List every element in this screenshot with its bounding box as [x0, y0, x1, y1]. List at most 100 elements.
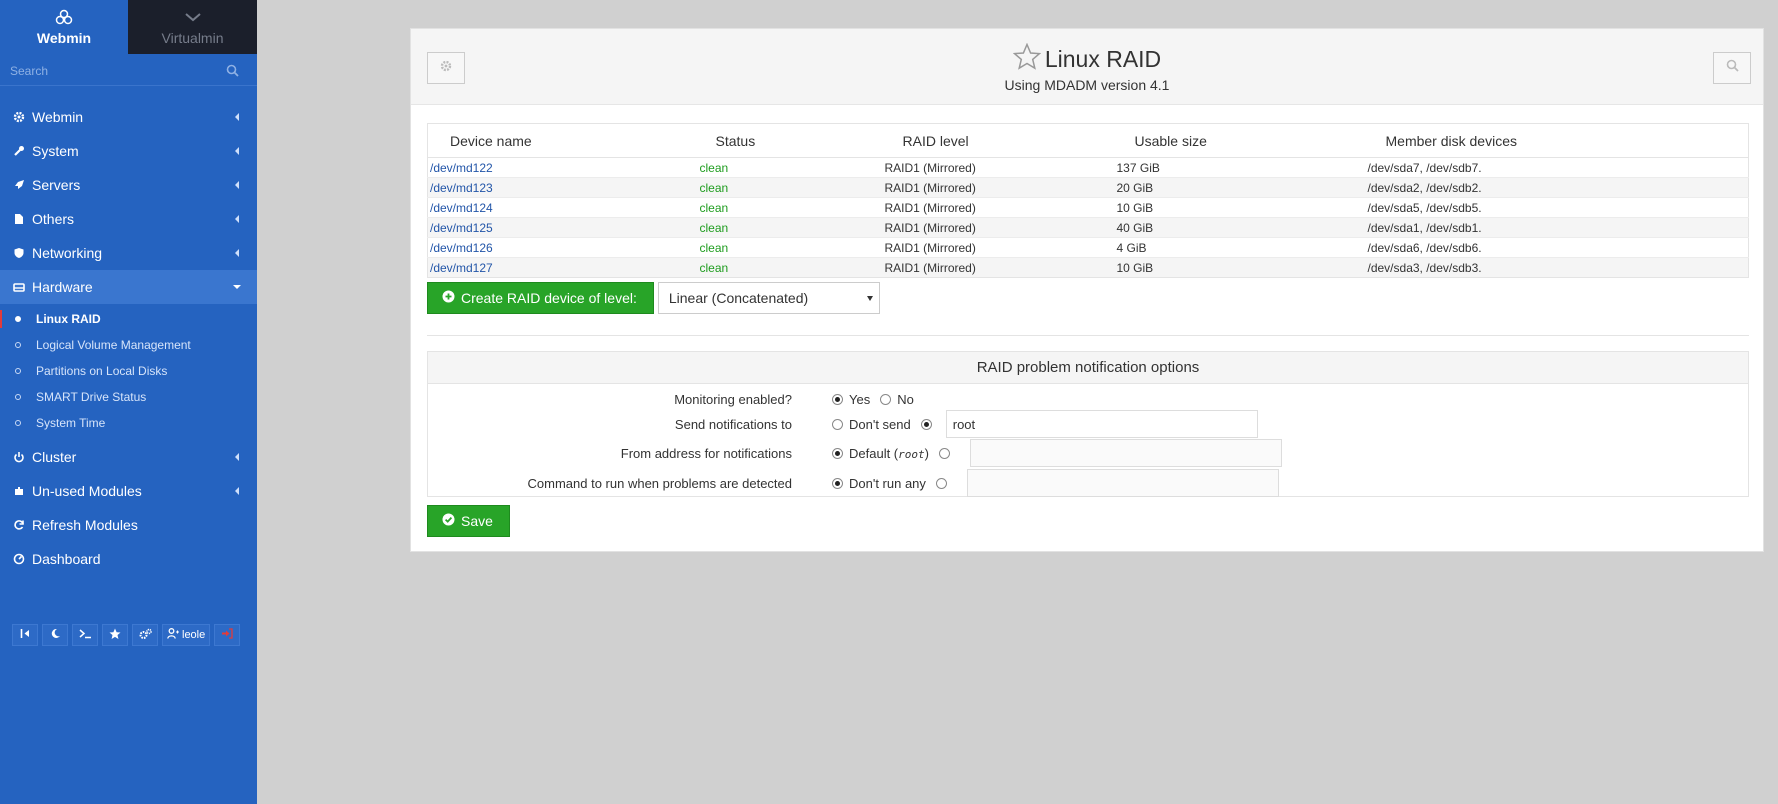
members-cell: /dev/sda6, /dev/sdb6. — [1365, 237, 1749, 258]
user-icon — [167, 628, 179, 642]
sidebar-item-partitions[interactable]: Partitions on Local Disks — [0, 358, 257, 384]
table-row: /dev/md123 clean RAID1 (Mirrored) 20 GiB… — [427, 177, 1749, 198]
sidebar-item-system-time[interactable]: System Time — [0, 410, 257, 436]
sidebar-item-refresh-modules[interactable]: Refresh Modules — [0, 508, 257, 542]
send-to-radio[interactable] — [920, 418, 932, 430]
user-button[interactable]: leole — [162, 624, 211, 646]
command-input[interactable] — [966, 469, 1279, 497]
save-button[interactable]: Save — [427, 505, 510, 537]
raid-level-cell: RAID1 (Mirrored) — [882, 157, 1115, 178]
favorites-button[interactable] — [102, 624, 128, 646]
tab-webmin[interactable]: Webmin — [0, 0, 128, 54]
sidebar-item-dashboard[interactable]: Dashboard — [0, 542, 257, 576]
device-link[interactable]: /dev/md124 — [430, 201, 493, 215]
raid-devices-table: Device name Status RAID level Usable siz… — [427, 123, 1749, 278]
table-row: /dev/md125 clean RAID1 (Mirrored) 40 GiB… — [427, 217, 1749, 238]
raid-level-selected: Linear (Concatenated) — [668, 290, 809, 306]
search-button[interactable] — [1713, 52, 1751, 84]
create-raid-button[interactable]: Create RAID device of level: — [427, 282, 654, 314]
night-mode-button[interactable] — [42, 624, 68, 646]
sidebar-subitem-label: Partitions on Local Disks — [36, 364, 168, 378]
plus-circle-icon — [442, 290, 455, 306]
sidebar: Webmin Virtualmin Webmin System Servers — [0, 0, 257, 804]
monitoring-no-radio[interactable] — [880, 393, 892, 405]
caret-left-icon — [235, 453, 239, 461]
device-link[interactable]: /dev/md127 — [430, 261, 493, 275]
device-link[interactable]: /dev/md122 — [430, 161, 493, 175]
sidebar-item-others[interactable]: Others — [0, 202, 257, 236]
sidebar-item-label: Others — [32, 211, 75, 227]
terminal-icon — [79, 628, 92, 642]
sidebar-item-lvm[interactable]: Logical Volume Management — [0, 332, 257, 358]
sidebar-item-hardware[interactable]: Hardware — [0, 270, 257, 304]
sidebar-item-label: Servers — [32, 177, 81, 193]
sidebar-item-servers[interactable]: Servers — [0, 168, 257, 202]
favorite-star-icon[interactable] — [1012, 42, 1042, 75]
from-address-input[interactable] — [969, 439, 1282, 467]
send-to-input[interactable] — [945, 410, 1258, 438]
sidebar-search — [0, 56, 257, 86]
gear-icon — [12, 110, 26, 124]
page-subtitle: Using MDADM version 4.1 — [1004, 77, 1170, 93]
sidebar-item-label: Networking — [32, 245, 103, 261]
from-custom-radio[interactable] — [938, 447, 950, 459]
monitoring-row: Monitoring enabled? Yes No — [428, 386, 1748, 412]
search-icon — [1726, 59, 1739, 77]
sidebar-item-label: System — [32, 143, 79, 159]
file-icon — [12, 212, 26, 226]
search-input[interactable] — [0, 56, 257, 86]
from-default-radio[interactable] — [832, 447, 843, 459]
settings-button[interactable] — [132, 624, 158, 646]
size-cell: 40 GiB — [1114, 217, 1366, 238]
collapse-sidebar-button[interactable] — [12, 624, 38, 646]
device-link[interactable]: /dev/md126 — [430, 241, 493, 255]
sidebar-item-label: Dashboard — [32, 551, 101, 567]
create-raid-row: Create RAID device of level: Linear (Con… — [427, 282, 880, 314]
size-cell: 20 GiB — [1114, 177, 1366, 198]
sidebar-item-system[interactable]: System — [0, 134, 257, 168]
raid-level-cell: RAID1 (Mirrored) — [882, 217, 1115, 238]
refresh-icon — [12, 518, 26, 532]
bullet-icon — [15, 316, 21, 322]
members-cell: /dev/sda1, /dev/sdb1. — [1365, 217, 1749, 238]
page-title: Linux RAID — [1044, 45, 1162, 72]
from-label: From address for notifications — [620, 446, 792, 461]
terminal-button[interactable] — [72, 624, 98, 646]
tab-virtualmin[interactable]: Virtualmin — [128, 0, 257, 54]
sidebar-bottom-toolbar: leole — [12, 624, 241, 646]
members-cell: /dev/sda3, /dev/sdb3. — [1365, 257, 1749, 278]
monitoring-yes-radio[interactable] — [832, 393, 843, 405]
column-header: RAID level — [882, 123, 1115, 158]
sidebar-item-unused-modules[interactable]: Un-used Modules — [0, 474, 257, 508]
gears-icon — [139, 628, 152, 643]
bullet-icon — [15, 342, 21, 348]
sidebar-item-webmin[interactable]: Webmin — [0, 100, 257, 134]
moon-icon — [50, 628, 61, 642]
caret-left-icon — [235, 487, 239, 495]
brand-tabs: Webmin Virtualmin — [0, 0, 257, 54]
status-cell: clean — [697, 157, 883, 178]
send-notifications-row: Send notifications to Don't send — [428, 410, 1748, 438]
logout-button[interactable] — [214, 624, 241, 646]
sidebar-item-cluster[interactable]: Cluster — [0, 440, 257, 474]
sidebar-item-networking[interactable]: Networking — [0, 236, 257, 270]
divider — [427, 335, 1749, 336]
device-link[interactable]: /dev/md125 — [430, 221, 493, 235]
send-dont-radio[interactable] — [832, 418, 843, 430]
members-cell: /dev/sda7, /dev/sdb7. — [1365, 157, 1749, 178]
main-panel: Linux RAID Using MDADM version 4.1 Devic… — [410, 28, 1764, 552]
cmd-custom-radio[interactable] — [935, 477, 947, 489]
sidebar-item-smart[interactable]: SMART Drive Status — [0, 384, 257, 410]
notification-options: RAID problem notification options Monito… — [427, 351, 1749, 497]
sidebar-item-label: Refresh Modules — [32, 517, 138, 533]
search-icon[interactable] — [226, 64, 239, 82]
column-header: Usable size — [1114, 123, 1366, 158]
save-label: Save — [461, 513, 493, 529]
caret-left-icon — [235, 181, 239, 189]
raid-level-select[interactable]: Linear (Concatenated) — [657, 282, 880, 314]
caret-left-icon — [235, 215, 239, 223]
device-link[interactable]: /dev/md123 — [430, 181, 493, 195]
cmd-dont-radio[interactable] — [832, 477, 843, 489]
sidebar-subitem-label: System Time — [36, 416, 106, 430]
sidebar-item-linux-raid[interactable]: Linux RAID — [0, 306, 257, 332]
